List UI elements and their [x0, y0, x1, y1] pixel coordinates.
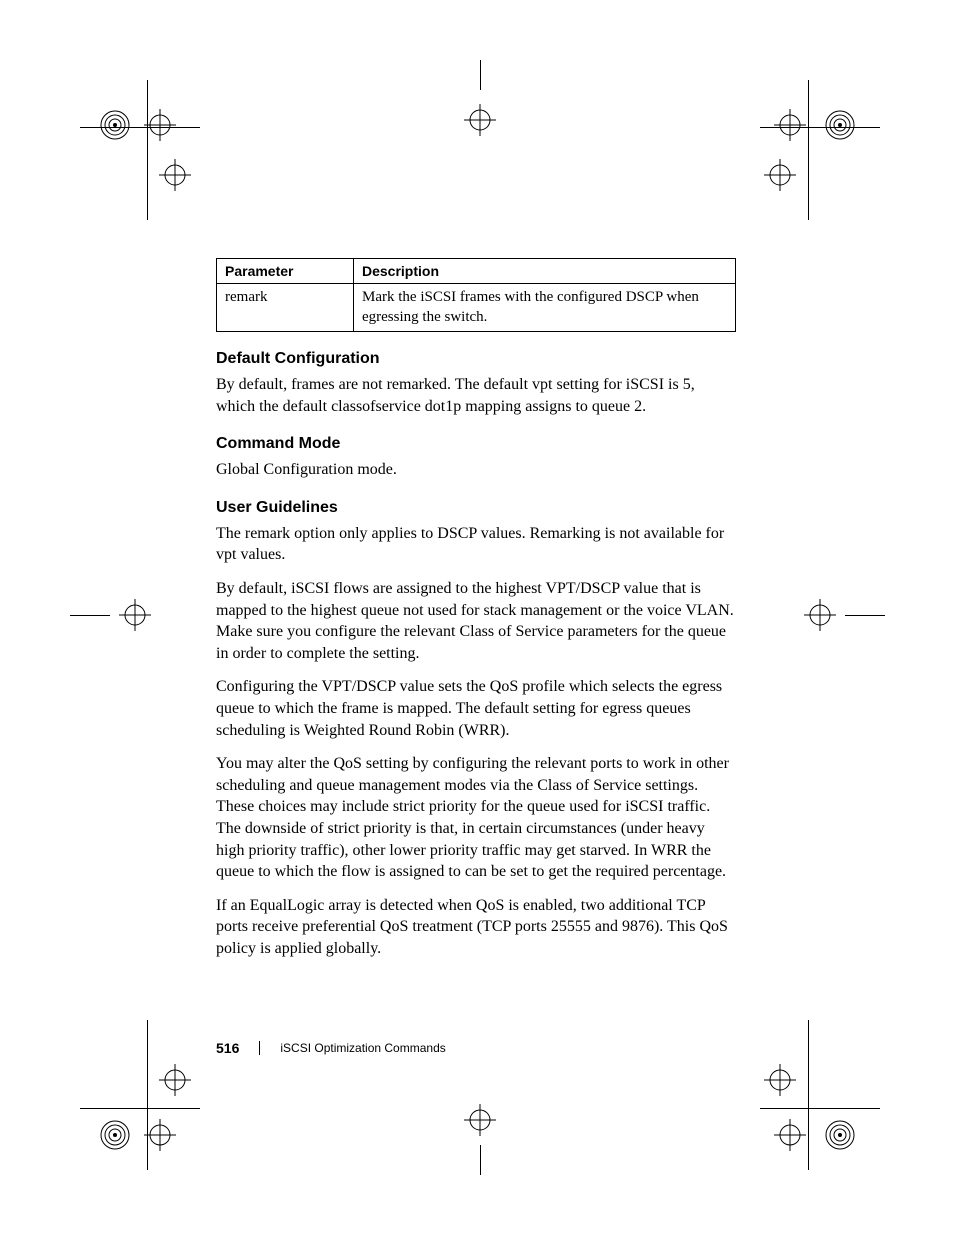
page-number: 516 [216, 1040, 239, 1056]
crop-line [808, 80, 809, 220]
td-param: remark [217, 284, 354, 332]
crop-line [845, 615, 885, 616]
heading-default-configuration: Default Configuration [216, 350, 736, 368]
crop-line [80, 1108, 200, 1109]
crop-line [147, 1020, 148, 1170]
body-text: Global Configuration mode. [216, 459, 736, 481]
registration-mark-icon [750, 95, 870, 205]
registration-mark-icon [460, 100, 500, 140]
crop-line [147, 80, 148, 220]
page-footer: 516 iSCSI Optimization Commands [216, 1040, 736, 1056]
registration-mark-icon [115, 595, 155, 635]
registration-mark-icon [800, 595, 840, 635]
table-row: remark Mark the iSCSI frames with the co… [217, 284, 736, 332]
body-text: Configuring the VPT/DSCP value sets the … [216, 676, 736, 741]
chapter-title: iSCSI Optimization Commands [280, 1041, 445, 1055]
crop-line [480, 60, 481, 90]
crop-line [80, 127, 200, 128]
body-text: If an EqualLogic array is detected when … [216, 895, 736, 960]
body-text: You may alter the QoS setting by configu… [216, 753, 736, 883]
parameter-table: Parameter Description remark Mark the iS… [216, 258, 736, 332]
registration-mark-icon [95, 1050, 205, 1170]
footer-divider [259, 1041, 260, 1055]
table-header-row: Parameter Description [217, 259, 736, 284]
body-text: The remark option only applies to DSCP v… [216, 523, 736, 566]
body-text: By default, iSCSI flows are assigned to … [216, 578, 736, 664]
body-text: By default, frames are not remarked. The… [216, 374, 736, 417]
td-desc: Mark the iSCSI frames with the configure… [354, 284, 736, 332]
heading-command-mode: Command Mode [216, 435, 736, 453]
crop-line [760, 127, 880, 128]
th-parameter: Parameter [217, 259, 354, 284]
crop-line [70, 615, 110, 616]
crop-line [480, 1145, 481, 1175]
registration-mark-icon [460, 1100, 500, 1140]
heading-user-guidelines: User Guidelines [216, 499, 736, 517]
th-description: Description [354, 259, 736, 284]
crop-line [760, 1108, 880, 1109]
registration-mark-icon [750, 1050, 870, 1170]
registration-mark-icon [95, 95, 205, 205]
crop-line [808, 1020, 809, 1170]
page-content: Parameter Description remark Mark the iS… [216, 258, 736, 971]
